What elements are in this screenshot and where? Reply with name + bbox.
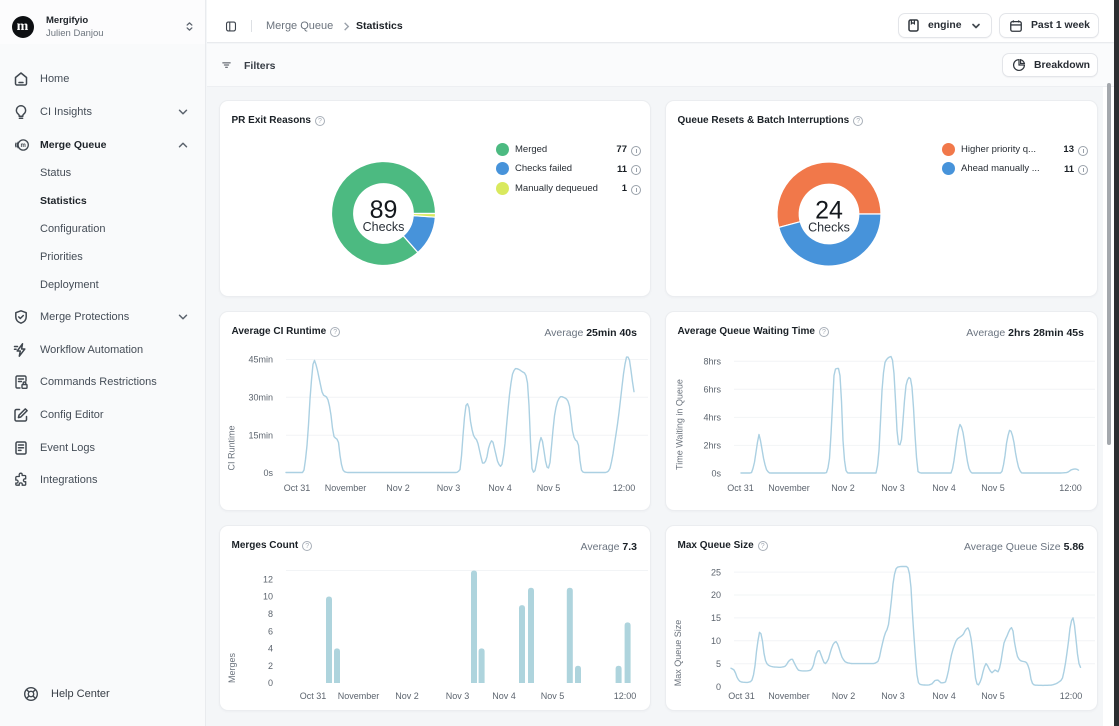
svg-text:Nov 3: Nov 3 — [446, 691, 470, 701]
svg-text:6hrs: 6hrs — [703, 385, 721, 395]
svg-text:Nov 2: Nov 2 — [395, 691, 419, 701]
svg-text:6: 6 — [268, 626, 273, 636]
svg-text:Nov 4: Nov 4 — [932, 691, 956, 701]
svg-text:November: November — [325, 483, 367, 493]
svg-text:Nov 5: Nov 5 — [981, 483, 1005, 493]
svg-text:Oct 31: Oct 31 — [727, 483, 754, 493]
svg-text:12:00: 12:00 — [1060, 691, 1083, 701]
svg-text:Nov 4: Nov 4 — [488, 483, 512, 493]
svg-text:45min: 45min — [248, 355, 273, 365]
svg-text:Max Queue Size: Max Queue Size — [673, 620, 683, 687]
svg-text:15min: 15min — [248, 430, 273, 440]
svg-text:0: 0 — [268, 678, 273, 688]
svg-text:12: 12 — [263, 574, 273, 584]
svg-text:m: m — [21, 143, 26, 149]
svg-text:Merges: Merges — [227, 652, 237, 683]
svg-text:30min: 30min — [248, 393, 273, 403]
svg-text:Nov 5: Nov 5 — [541, 691, 565, 701]
svg-text:Nov 5: Nov 5 — [537, 483, 561, 493]
svg-text:Oct 31: Oct 31 — [284, 483, 311, 493]
svg-text:2: 2 — [268, 661, 273, 671]
svg-text:12:00: 12:00 — [1059, 483, 1082, 493]
svg-text:CI Runtime: CI Runtime — [227, 425, 237, 470]
svg-text:Oct 31: Oct 31 — [728, 691, 755, 701]
svg-text:8hrs: 8hrs — [703, 357, 721, 367]
svg-text:Nov 3: Nov 3 — [437, 483, 461, 493]
svg-text:Time Waiting in Queue: Time Waiting in Queue — [675, 379, 685, 470]
svg-text:12:00: 12:00 — [614, 691, 637, 701]
svg-text:0s: 0s — [263, 468, 273, 478]
svg-text:0s: 0s — [711, 469, 721, 479]
svg-text:Nov 2: Nov 2 — [386, 483, 410, 493]
svg-text:November: November — [338, 691, 380, 701]
svg-text:20: 20 — [711, 590, 721, 600]
svg-text:Nov 4: Nov 4 — [932, 483, 956, 493]
svg-text:Checks: Checks — [363, 220, 405, 234]
svg-text:Nov 3: Nov 3 — [881, 691, 905, 701]
svg-text:Nov 2: Nov 2 — [832, 691, 856, 701]
svg-text:Nov 2: Nov 2 — [831, 483, 855, 493]
svg-text:4hrs: 4hrs — [703, 413, 721, 423]
svg-text:8: 8 — [268, 609, 273, 619]
svg-text:25: 25 — [711, 567, 721, 577]
svg-text:Nov 4: Nov 4 — [492, 691, 516, 701]
svg-text:Nov 5: Nov 5 — [981, 691, 1005, 701]
svg-text:15: 15 — [711, 613, 721, 623]
svg-text:Oct 31: Oct 31 — [300, 691, 327, 701]
svg-text:November: November — [768, 483, 810, 493]
svg-text:12:00: 12:00 — [613, 483, 636, 493]
svg-text:Checks: Checks — [808, 221, 850, 235]
svg-text:2hrs: 2hrs — [703, 441, 721, 451]
svg-text:Nov 3: Nov 3 — [881, 483, 905, 493]
svg-text:5: 5 — [716, 659, 721, 669]
svg-text:4: 4 — [268, 644, 273, 654]
svg-text:10: 10 — [263, 592, 273, 602]
svg-text:November: November — [768, 691, 810, 701]
svg-text:10: 10 — [711, 636, 721, 646]
svg-text:0: 0 — [716, 682, 721, 692]
